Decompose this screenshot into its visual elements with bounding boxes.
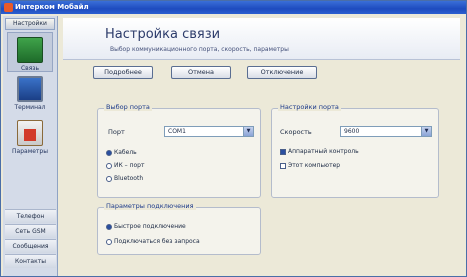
option-label: Кабель xyxy=(114,149,137,156)
page-header: Настройка связи Выбор коммуникационного … xyxy=(63,18,460,60)
chevron-down-icon[interactable]: ▼ xyxy=(421,127,431,136)
sidebar-item-label: Параметры xyxy=(12,148,48,155)
group-legend: Выбор порта xyxy=(104,103,152,111)
page-title: Настройка связи xyxy=(105,27,221,42)
title-bar[interactable]: Интерком Мобайл xyxy=(1,1,466,14)
radio-mark xyxy=(106,162,112,169)
hardware-control-checkbox[interactable]: Аппаратный контроль xyxy=(280,148,359,155)
sidebar-item-phone[interactable]: Телефон xyxy=(5,209,56,223)
connection-params-group: Параметры подключения Быстрое подключени… xyxy=(97,202,261,255)
monitor-icon xyxy=(17,76,43,102)
sidebar-item-connection[interactable]: Связь xyxy=(7,32,53,72)
irda-radio[interactable]: ИК – порт xyxy=(106,162,144,169)
sidebar-item-gsm[interactable]: Сеть GSM xyxy=(5,224,56,238)
port-label: Порт xyxy=(108,128,125,136)
port-select[interactable]: COM1 ▼ xyxy=(164,126,254,137)
sidebar-header[interactable]: Настройки xyxy=(5,18,55,30)
sidebar-item-messages[interactable]: Сообщения xyxy=(5,239,56,253)
bluetooth-radio[interactable]: Bluetooth xyxy=(106,175,143,182)
sidebar-list: Телефон Сеть GSM Сообщения Контакты xyxy=(3,208,58,269)
port-value: COM1 xyxy=(168,128,186,135)
group-legend: Настройки порта xyxy=(278,103,341,111)
radio-mark xyxy=(106,149,112,156)
sidebar-item-label: Связь xyxy=(20,65,40,72)
auto-connect-radio[interactable]: Подключаться без запроса xyxy=(106,238,200,245)
speed-value: 9600 xyxy=(344,128,360,135)
sidebar-item-parameters[interactable]: Параметры xyxy=(7,120,53,160)
window-title: Интерком Мобайл xyxy=(15,3,89,11)
cable-radio[interactable]: Кабель xyxy=(106,149,137,156)
speed-label: Скорость xyxy=(280,128,312,136)
sidebar-item-label: Терминал xyxy=(14,104,46,111)
option-label: Подключаться без запроса xyxy=(114,238,200,245)
group-legend: Параметры подключения xyxy=(104,202,196,210)
details-button[interactable]: Подробнее xyxy=(93,66,153,79)
app-icon xyxy=(4,3,13,12)
chevron-down-icon[interactable]: ▼ xyxy=(243,127,253,136)
cancel-button[interactable]: Отмена xyxy=(171,66,231,79)
sidebar-item-terminal[interactable]: Терминал xyxy=(7,76,53,116)
port-settings-group: Настройки порта Скорость 9600 ▼ Аппаратн… xyxy=(271,103,439,198)
option-label: Аппаратный контроль xyxy=(288,148,359,155)
option-label: Этот компьютер xyxy=(288,162,341,169)
radio-mark xyxy=(106,223,112,230)
disconnect-button[interactable]: Отключение xyxy=(247,66,317,79)
option-label: Bluetooth xyxy=(114,175,144,182)
sidebar: Настройки Связь Терминал Параметры Телеф… xyxy=(3,16,58,276)
radio-mark xyxy=(106,175,112,182)
radio-mark xyxy=(106,238,112,245)
port-select-group: Выбор порта Порт COM1 ▼ Кабель ИК – порт… xyxy=(97,103,261,198)
option-label: ИК – порт xyxy=(114,162,145,169)
fast-connect-radio[interactable]: Быстрое подключение xyxy=(106,223,186,230)
sidebar-item-contacts[interactable]: Контакты xyxy=(5,254,56,268)
main-panel: Настройка связи Выбор коммуникационного … xyxy=(61,16,464,274)
network-icon xyxy=(17,37,43,63)
option-label: Быстрое подключение xyxy=(114,223,186,230)
this-computer-checkbox[interactable]: Этот компьютер xyxy=(280,162,340,169)
checkbox-mark xyxy=(280,162,286,169)
page-subtitle: Выбор коммуникационного порта, скорость,… xyxy=(110,46,289,53)
speed-select[interactable]: 9600 ▼ xyxy=(340,126,432,137)
checkbox-mark xyxy=(280,148,286,155)
calendar-icon xyxy=(17,120,43,146)
app-window: Интерком Мобайл Настройки Связь Терминал… xyxy=(0,0,467,277)
